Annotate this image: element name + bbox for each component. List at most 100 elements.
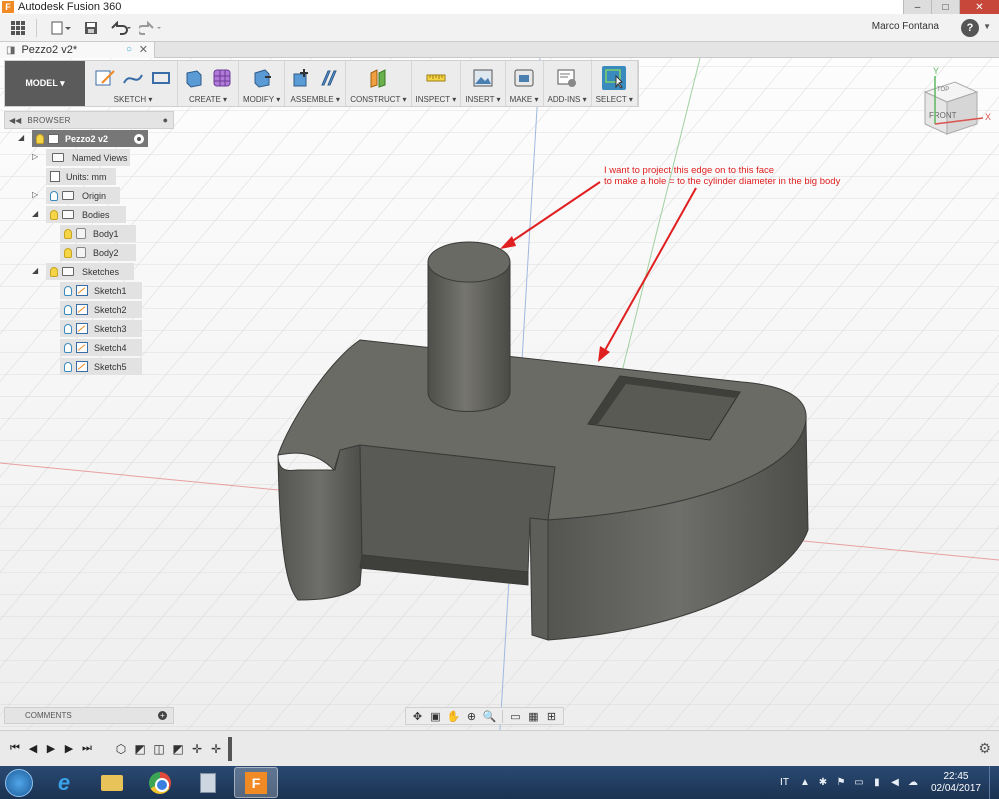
expand-arrow-icon[interactable]: ◢ (18, 133, 24, 142)
maximize-button[interactable]: □ (931, 0, 959, 14)
toolgroup-modify[interactable]: MODIFY ▾ (239, 61, 286, 106)
visibility-bulb-icon[interactable] (36, 133, 44, 144)
expand-arrow-icon[interactable]: ◢ (32, 209, 38, 218)
taskbar-calculator[interactable] (186, 767, 230, 798)
file-menu-icon[interactable] (49, 17, 73, 39)
go-to-start-icon[interactable]: ⏮ (6, 740, 24, 758)
browser-item-sketch5[interactable]: Sketch5 (60, 358, 142, 375)
taskbar-chrome[interactable] (138, 767, 182, 798)
show-desktop-button[interactable] (989, 766, 999, 799)
add-comment-icon[interactable]: + (158, 711, 167, 720)
battery-icon[interactable]: ▭ (853, 777, 865, 789)
input-language[interactable]: IT (780, 777, 789, 788)
browser-item-bodies[interactable]: Bodies (46, 206, 126, 223)
visibility-bulb-icon[interactable] (50, 190, 58, 201)
toolgroup-make[interactable]: MAKE ▾ (506, 61, 544, 106)
browser-item-sketch2[interactable]: Sketch2 (60, 301, 142, 318)
browser-item-named-views[interactable]: Named Views (46, 149, 130, 166)
volume-icon[interactable]: ◀ (889, 777, 901, 789)
browser-header[interactable]: ◀◀ BROWSER ● (4, 111, 174, 129)
move-feature-icon[interactable]: ✛ (189, 741, 205, 757)
press-pull-icon[interactable] (250, 66, 274, 90)
comments-panel[interactable]: COMMENTS + (4, 707, 174, 724)
display-settings-icon[interactable]: ▭ (508, 710, 523, 723)
body2-cylinder-side[interactable] (427, 261, 511, 412)
new-component-icon[interactable] (289, 66, 313, 90)
gear-icon[interactable]: ⚙ (978, 740, 991, 757)
rectangle-icon[interactable] (149, 66, 173, 90)
zoom-icon[interactable]: ⊕ (464, 710, 479, 723)
extrude-icon[interactable] (182, 66, 206, 90)
visibility-bulb-icon[interactable] (50, 266, 58, 277)
redo-icon[interactable] (139, 17, 163, 39)
timeline-marker[interactable] (228, 736, 232, 761)
sketch-feature-icon[interactable]: ◩ (132, 741, 148, 757)
taskbar-fusion-360[interactable]: F (234, 767, 278, 798)
browser-item-sketch1[interactable]: Sketch1 (60, 282, 142, 299)
play-icon[interactable]: ▶ (42, 740, 60, 758)
panel-options-icon[interactable]: ● (163, 115, 168, 125)
bluetooth-icon[interactable]: ✱ (817, 777, 829, 789)
spline-icon[interactable] (121, 66, 145, 90)
toolgroup-create[interactable]: CREATE ▾ (178, 61, 239, 106)
extrude-feature-icon[interactable]: ◫ (151, 741, 167, 757)
toolgroup-add-ins[interactable]: ADD-INS ▾ (544, 61, 592, 106)
grid-settings-icon[interactable]: ▦ (526, 710, 541, 723)
browser-item-body2[interactable]: Body2 (60, 244, 136, 261)
go-to-end-icon[interactable]: ⏭ (78, 740, 96, 758)
visibility-bulb-icon[interactable] (64, 323, 72, 334)
create-sketch-icon[interactable] (93, 66, 117, 90)
save-icon[interactable] (79, 17, 103, 39)
measure-icon[interactable] (424, 66, 448, 90)
step-back-icon[interactable]: ◀ (24, 740, 42, 758)
taskbar-file-explorer[interactable] (90, 767, 134, 798)
toolgroup-construct[interactable]: CONSTRUCT ▾ (346, 61, 412, 106)
taskbar-internet-explorer[interactable]: e (42, 767, 86, 798)
insert-image-icon[interactable] (471, 66, 495, 90)
select-cursor-icon[interactable] (602, 66, 627, 90)
workspace-switcher[interactable]: MODEL ▾ (5, 61, 85, 106)
show-hidden-icons-icon[interactable]: ▲ (799, 777, 811, 789)
view-cube[interactable]: TOP FRONT Y X (905, 62, 995, 152)
offset-plane-icon[interactable] (366, 66, 390, 90)
expand-arrow-icon[interactable]: ▷ (32, 152, 38, 161)
chevron-down-icon[interactable]: ▼ (983, 22, 991, 31)
visibility-bulb-icon[interactable] (64, 228, 72, 239)
document-tab[interactable]: ◨ Pezzo2 v2* ○ ✕ (0, 42, 155, 58)
browser-item-sketch3[interactable]: Sketch3 (60, 320, 142, 337)
cloud-sync-icon[interactable]: ☁ (907, 777, 919, 789)
pan-hand-icon[interactable]: ✋ (446, 710, 461, 723)
scripts-icon[interactable] (555, 66, 579, 90)
browser-item-sketch4[interactable]: Sketch4 (60, 339, 142, 356)
close-window-button[interactable]: ✕ (959, 0, 999, 14)
sketch-feature-icon[interactable]: ◩ (170, 741, 186, 757)
toolgroup-select[interactable]: SELECT ▾ (592, 61, 638, 106)
activate-radio-icon[interactable] (134, 133, 144, 144)
collapse-panel-icon[interactable]: ◀◀ (9, 116, 21, 125)
orbit-icon[interactable]: ✥ (410, 710, 425, 723)
body2-cylinder-top-face[interactable] (427, 241, 511, 283)
visibility-bulb-icon[interactable] (50, 209, 58, 220)
browser-item-units[interactable]: Units: mm (46, 168, 116, 185)
network-icon[interactable]: ▮ (871, 777, 883, 789)
browser-item-sketches[interactable]: Sketches (46, 263, 134, 280)
visibility-bulb-icon[interactable] (64, 361, 72, 372)
notch-back-face[interactable] (359, 444, 556, 573)
toolgroup-assemble[interactable]: ASSEMBLE ▾ (285, 61, 347, 106)
toolgroup-insert[interactable]: INSERT ▾ (461, 61, 506, 106)
minimize-button[interactable]: – (903, 0, 931, 14)
help-icon[interactable]: ? (961, 19, 979, 37)
toolgroup-inspect[interactable]: INSPECT ▾ (412, 61, 462, 106)
flag-icon[interactable]: ⚑ (835, 777, 847, 789)
visibility-bulb-icon[interactable] (64, 285, 72, 296)
user-name[interactable]: Marco Fontana (872, 21, 939, 32)
move-feature-icon[interactable]: ✛ (208, 741, 224, 757)
body-feature-icon[interactable]: ⬡ (113, 741, 129, 757)
look-at-icon[interactable]: ▣ (428, 710, 443, 723)
expand-arrow-icon[interactable]: ◢ (32, 266, 38, 275)
browser-root-component[interactable]: Pezzo2 v2 (32, 130, 148, 147)
joint-icon[interactable] (317, 66, 341, 90)
start-button[interactable] (0, 766, 38, 799)
3d-print-icon[interactable] (512, 66, 536, 90)
fit-icon[interactable]: 🔍 (482, 710, 497, 723)
